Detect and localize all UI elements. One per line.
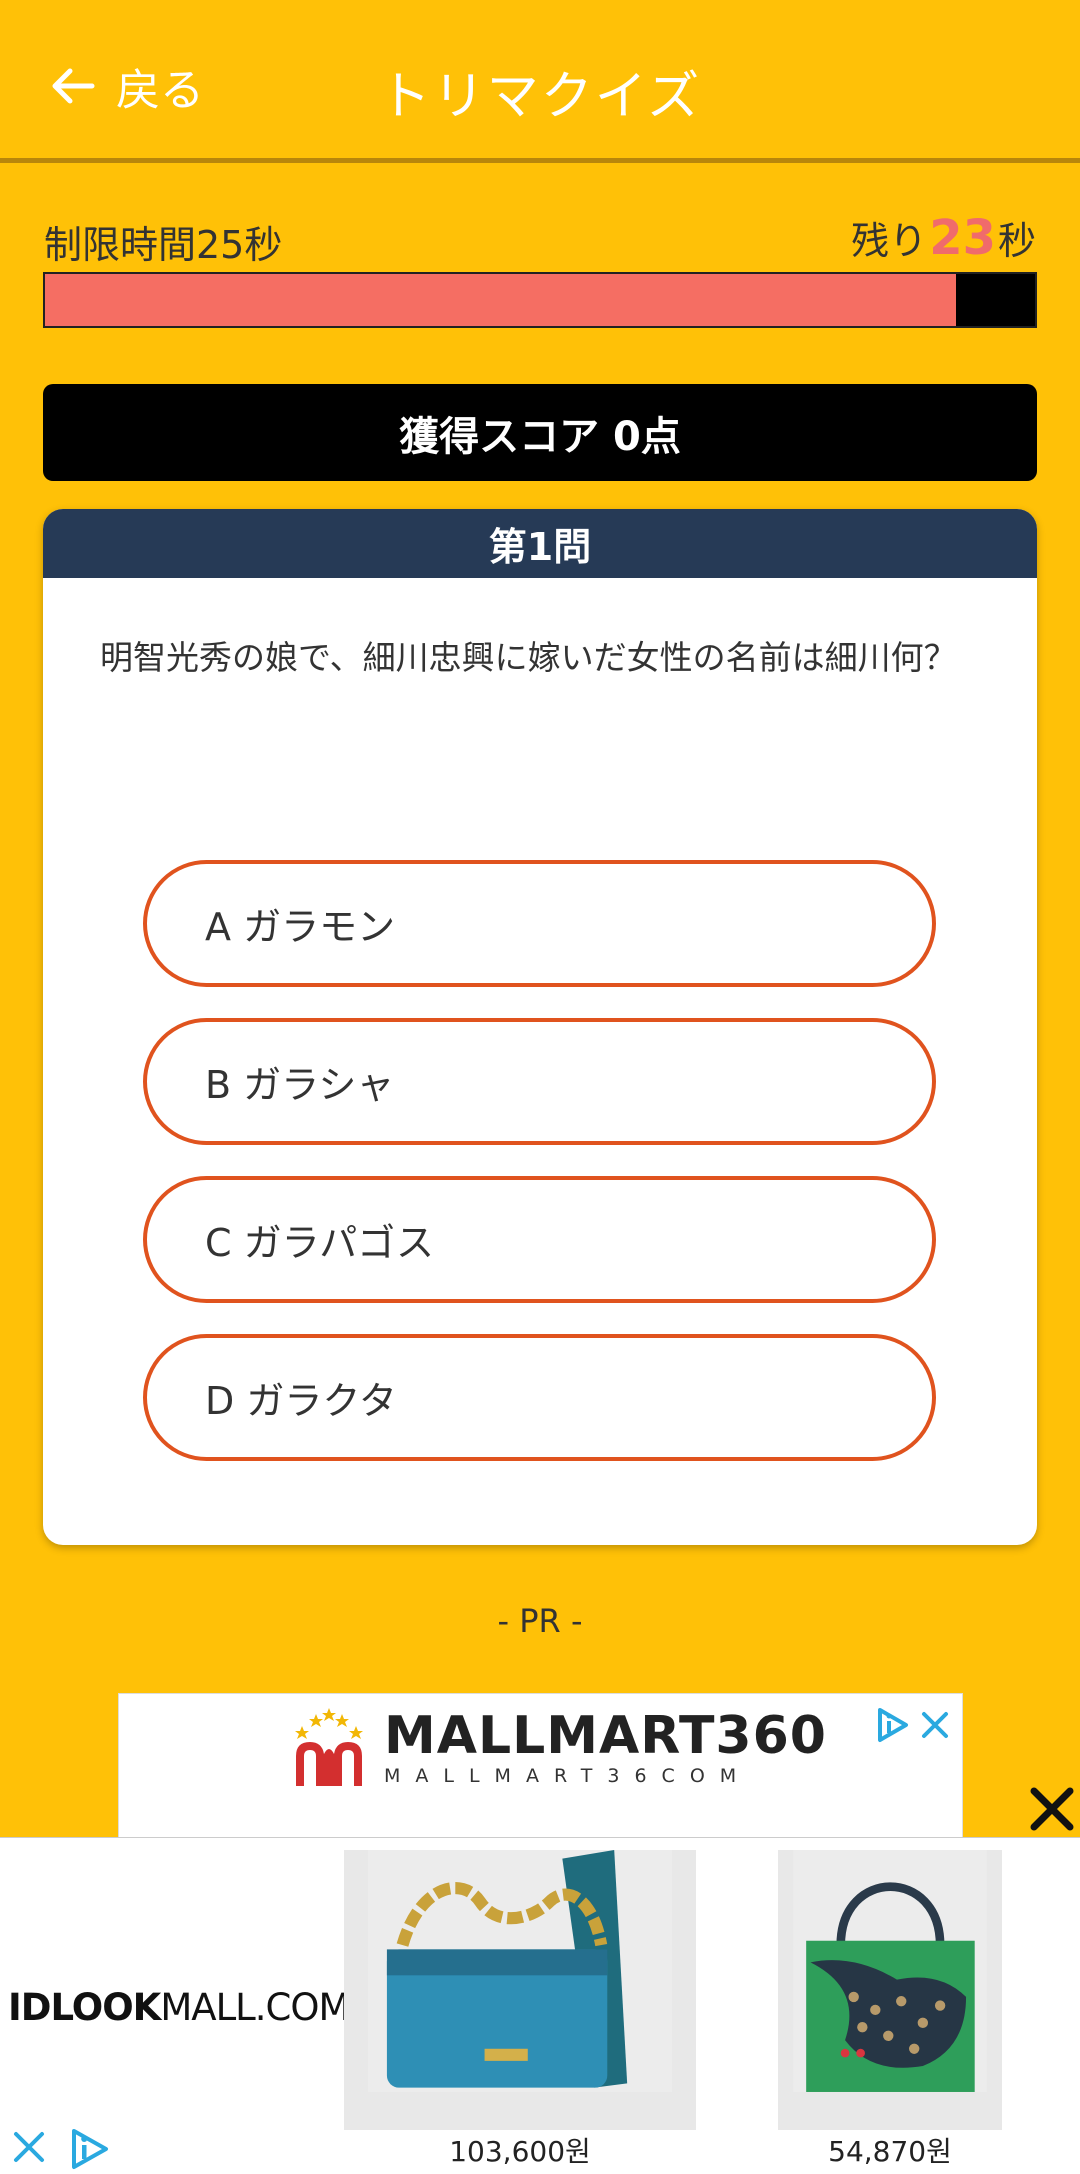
close-ad-icon[interactable] [1028,1785,1076,1833]
ad-product-2[interactable]: 54,870원 [778,1850,1002,2174]
ad-brand: IDLOOKMALL.COM [8,1986,350,2029]
remaining-prefix: 残り [851,219,928,263]
ad-info-icon[interactable] [874,1706,912,1744]
question-number: 第1問 [43,509,1037,578]
answer-list: A ガラモン B ガラシャ C ガラパゴス D ガラクタ [143,860,936,1492]
remaining-suffix: 秒 [997,219,1036,263]
ad-close-icon[interactable] [916,1706,954,1744]
banner-ad[interactable]: MALLMART360 MALLMART36COM [118,1693,963,1839]
page-title: トリマクイズ [378,67,702,127]
bottom-ad[interactable]: IDLOOKMALL.COM 103,600원 54,870원 [0,1837,1080,2174]
blue-handbag-image [367,1850,673,2092]
ad-close-icon[interactable] [10,2128,48,2166]
ad-brand-rest: MALL.COM [160,1986,350,2029]
pr-label: - PR - [497,1602,583,1640]
mallmart-logo: MALLMART360 MALLMART36COM [284,1704,827,1789]
ad-product-1-price: 103,600원 [344,2130,696,2174]
answer-option-d[interactable]: D ガラクタ [143,1334,936,1461]
ad-product-2-price: 54,870원 [778,2130,1002,2174]
mallmart-subtitle: MALLMART36COM [384,1764,752,1787]
ad-product-1[interactable]: 103,600원 [344,1850,696,2174]
ad-brand-bold: IDLOOK [8,1986,161,2029]
timer-progress-fill [45,274,956,326]
remaining-seconds: 23 [929,210,996,266]
mallmart-title: MALLMART360 [384,1705,827,1766]
app-header: 戻る トリマクイズ [0,0,1080,163]
time-limit-label: 制限時間25秒 [44,223,283,267]
mallmart-logo-icon [295,1708,363,1786]
question-text: 明智光秀の娘で、細川忠興に嫁いだ女性の名前は細川何？ [100,638,957,677]
answer-option-c[interactable]: C ガラパゴス [143,1176,936,1303]
score-banner: 獲得スコア 0点 [43,384,1037,481]
quiz-card: 第1問 明智光秀の娘で、細川忠興に嫁いだ女性の名前は細川何？ A ガラモン B … [43,509,1037,1545]
remaining-time: 残り 23 秒 [851,210,1036,266]
leopard-tote-image [793,1850,987,2092]
answer-option-a[interactable]: A ガラモン [143,860,936,987]
timer-progress-bar [43,272,1037,328]
answer-option-b[interactable]: B ガラシャ [143,1018,936,1145]
ad-info-icon[interactable] [66,2126,112,2172]
